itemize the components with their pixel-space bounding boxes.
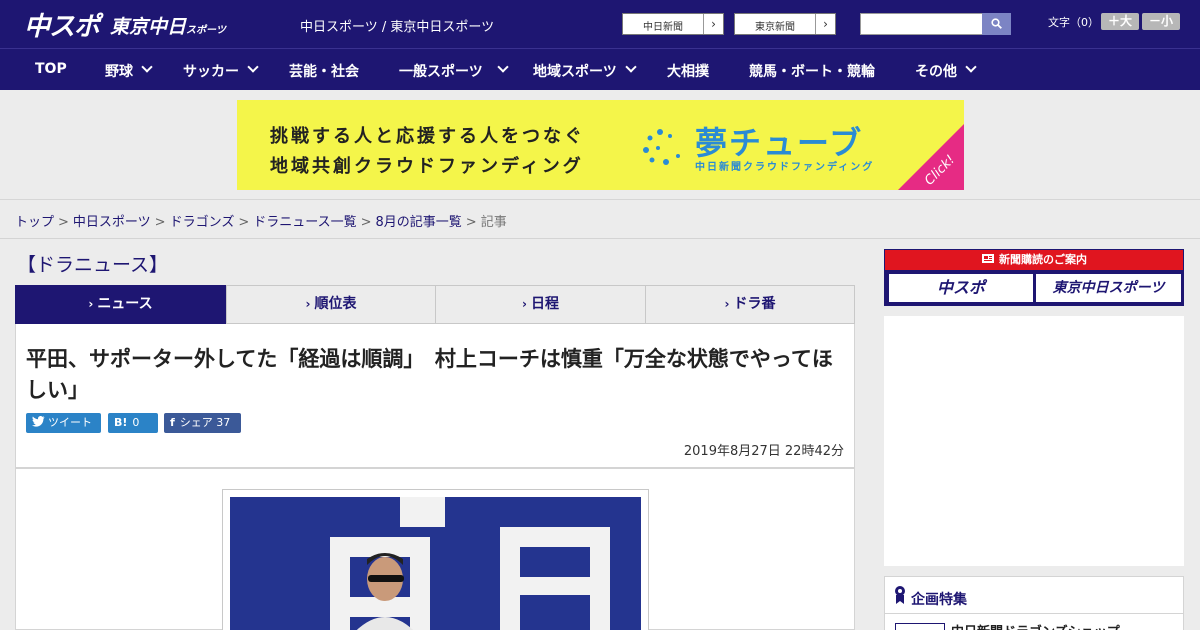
facebook-icon: f (170, 416, 175, 429)
hatena-count: 0 (132, 416, 140, 429)
article-photo-frame (222, 489, 649, 630)
breadcrumb-separator: > (360, 215, 372, 230)
dots-icon (643, 129, 680, 165)
chevron-down-icon[interactable] (247, 61, 259, 73)
chevron-right-icon: › (724, 297, 730, 311)
feature-title: 企画特集 (911, 592, 967, 608)
breadcrumb-chunichi-sports[interactable]: 中日スポーツ (73, 215, 151, 230)
nav-item-baseball[interactable]: 野球 (105, 61, 133, 81)
search-icon (991, 18, 1002, 29)
nav-item-local-sports[interactable]: 地域スポーツ (533, 61, 617, 81)
breadcrumb-bar: トップ > 中日スポーツ > ドラゴンズ > ドラニュース一覧 >8月の記事一覧 > 記事 (0, 200, 1200, 239)
twitter-icon (32, 416, 45, 427)
tokyo-chunichi-logo-text: 東京中日 (110, 16, 187, 38)
subscription-header-label: 新聞購読のご案内 (999, 253, 1087, 266)
nav-item-top[interactable]: TOP (35, 61, 67, 77)
subscription-box: 新聞購読のご案内 中スポ 東京中日スポーツ (884, 249, 1184, 306)
top-header: 中スポ 東京中日スポーツ 中日スポーツ / 東京中日スポーツ 中日新聞 › 東京… (0, 0, 1200, 48)
breadcrumb-august-list[interactable]: 8月の記事一覧 (376, 215, 462, 230)
banner-area: 挑戦する人と応援する人をつなぐ 地域共創クラウドファンディング 夢チューブ 中日… (0, 90, 1200, 200)
chevron-right-icon: › (815, 14, 835, 34)
breadcrumb-dranews-list[interactable]: ドラニュース一覧 (253, 215, 356, 230)
breadcrumb-separator: > (465, 215, 477, 230)
chevron-right-icon: › (88, 297, 94, 311)
tab-draban[interactable]: › ドラ番 (645, 285, 855, 324)
tweet-button[interactable]: ツイート (26, 413, 101, 433)
article-headline: 平田、サポーター外してた「経過は順調」 村上コーチは慎重「万全な状態でやってほし… (26, 347, 833, 402)
nav-item-soccer[interactable]: サッカー (183, 61, 239, 81)
hatena-button[interactable]: B! 0 (108, 413, 158, 433)
tokyo-shimbun-label: 東京新聞 (755, 22, 795, 33)
tab-news-label: ニュース (97, 296, 153, 312)
nav-item-other[interactable]: その他 (915, 61, 957, 81)
chevron-down-icon[interactable] (141, 61, 153, 73)
facebook-share-button[interactable]: f シェア 37 (164, 413, 241, 433)
subscribe-tokyo-button[interactable]: 東京中日スポーツ (1036, 274, 1181, 302)
breadcrumb-separator: > (58, 215, 69, 230)
font-smaller-button[interactable]: －小 (1142, 13, 1180, 30)
tab-standings-label: 順位表 (314, 296, 357, 312)
breadcrumb-separator: > (238, 215, 250, 230)
chevron-right-icon: › (305, 297, 311, 311)
feature-item-dragons-shop[interactable]: 中日新聞ドラゴンズショップ (951, 621, 1120, 630)
newspaper-icon (982, 254, 994, 263)
search-input[interactable] (860, 13, 983, 35)
feature-thumbnail[interactable] (895, 623, 945, 630)
banner-brand-sub: 中日新聞クラウドファンディング (695, 162, 875, 173)
tab-draban-label: ドラ番 (733, 296, 776, 312)
facebook-share-count: 37 (216, 416, 231, 429)
breadcrumb-top[interactable]: トップ (15, 215, 54, 230)
breadcrumb: トップ > 中日スポーツ > ドラゴンズ > ドラニュース一覧 >8月の記事一覧 > 記事 (15, 211, 507, 230)
tweet-label: ツイート (48, 416, 92, 429)
banner-line-1: 挑戦する人と応援する人をつなぐ (270, 126, 585, 147)
tab-news[interactable]: › ニュース (15, 285, 226, 324)
chevron-right-icon: › (703, 14, 723, 34)
tokyo-chunichi-logo[interactable]: 東京中日スポーツ (110, 12, 226, 39)
chevron-right-icon: › (522, 297, 527, 311)
breadcrumb-current: 記事 (480, 215, 507, 230)
sidebar-ad[interactable] (884, 316, 1184, 566)
facebook-share-label: シェア (179, 416, 213, 429)
subscribe-chusupo-button[interactable]: 中スポ (889, 274, 1033, 302)
section-title: 【ドラニュース】 (17, 254, 169, 276)
main-nav: TOP 野球 サッカー 芸能・社会 一般スポーツ 地域スポーツ 大相撲 競馬・ボ… (0, 48, 1200, 90)
article-header: 平田、サポーター外してた「経過は順調」 村上コーチは慎重「万全な状態でやってほし… (15, 324, 855, 468)
article-body (15, 468, 855, 630)
feature-header: 企画特集 (885, 577, 1183, 614)
nav-item-sumo[interactable]: 大相撲 (667, 61, 709, 81)
crowdfunding-banner[interactable]: 挑戦する人と応援する人をつなぐ 地域共創クラウドファンディング 夢チューブ 中日… (237, 100, 964, 190)
player-photo-image (230, 497, 641, 630)
hatena-icon: B! (114, 416, 128, 429)
chunichi-shimbun-link[interactable]: 中日新聞 › (622, 13, 724, 35)
chunichi-shimbun-label: 中日新聞 (643, 22, 683, 33)
tokyo-chunichi-logo-small: スポーツ (186, 25, 226, 36)
site-title: 中日スポーツ / 東京中日スポーツ (300, 20, 495, 35)
subscription-header: 新聞購読のご案内 (885, 250, 1183, 270)
tab-schedule[interactable]: › 日程 (435, 285, 646, 324)
feature-box: 企画特集 中日新聞ドラゴンズショップ (884, 576, 1184, 630)
font-bigger-button[interactable]: ＋大 (1101, 13, 1139, 30)
tab-standings[interactable]: › 順位表 (226, 285, 436, 324)
nav-item-general-sports[interactable]: 一般スポーツ (399, 61, 483, 81)
breadcrumb-separator: > (154, 215, 166, 230)
article-datetime: 2019年8月27日 22時42分 (683, 444, 844, 459)
chevron-down-icon[interactable] (497, 61, 509, 73)
font-size-label: 文字（0） (1048, 16, 1099, 29)
nav-item-entertainment[interactable]: 芸能・社会 (289, 61, 359, 81)
article-photo[interactable] (230, 497, 641, 630)
ribbon-icon (895, 586, 905, 604)
chevron-down-icon[interactable] (625, 61, 637, 73)
section-tabs: › ニュース › 順位表 › 日程 › ドラ番 (15, 285, 855, 324)
breadcrumb-dragons[interactable]: ドラゴンズ (170, 215, 235, 230)
tokyo-shimbun-link[interactable]: 東京新聞 › (734, 13, 836, 35)
nav-item-racing[interactable]: 競馬・ボート・競輪 (749, 61, 875, 81)
chevron-down-icon[interactable] (965, 61, 977, 73)
banner-line-2: 地域共創クラウドファンディング (270, 156, 584, 177)
search-button[interactable] (982, 13, 1011, 35)
tab-schedule-label: 日程 (530, 296, 559, 312)
chusupo-logo[interactable]: 中スポ (24, 6, 100, 43)
